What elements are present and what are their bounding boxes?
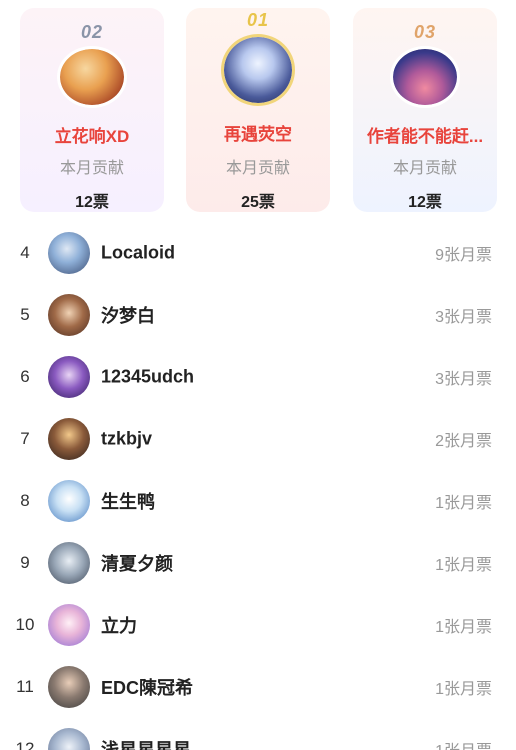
vote-count: 1张月票 — [435, 619, 492, 636]
avatar[interactable] — [390, 46, 460, 109]
podium-card-second[interactable]: 02 立花响XD 本月贡献 12票 — [20, 8, 164, 212]
podium-vote-count: 25票 — [241, 194, 275, 211]
vote-count: 3张月票 — [435, 371, 492, 388]
user-name[interactable]: 立力 — [101, 612, 137, 638]
rank-number: 11 — [16, 677, 34, 696]
user-name[interactable]: 浅星星星星 — [101, 736, 191, 750]
podium-rank-number: 03 — [413, 22, 437, 42]
user-name[interactable]: 汐梦白 — [101, 302, 155, 328]
avatar[interactable] — [57, 46, 127, 109]
podium-card-first[interactable]: 01 再遇荧空 本月贡献 25票 — [186, 8, 330, 212]
podium-rank-number: 02 — [80, 22, 104, 42]
rank-number: 4 — [20, 243, 30, 262]
user-name[interactable]: EDC陳冠希 — [101, 674, 193, 700]
ranking-list: 4 Localoid 9张月票 5 汐梦白 3张月票 6 12345udch 3… — [0, 222, 516, 750]
podium-user-name[interactable]: 立花响XD — [24, 122, 160, 144]
rank-number: 9 — [20, 553, 30, 572]
avatar[interactable] — [48, 542, 90, 584]
avatar[interactable] — [48, 480, 90, 522]
rank-number: 6 — [20, 367, 30, 386]
list-item[interactable]: 7 tzkbjv 2张月票 — [0, 408, 516, 470]
avatar[interactable] — [48, 232, 90, 274]
list-item[interactable]: 8 生生鸭 1张月票 — [0, 470, 516, 532]
podium-vote-count: 12票 — [75, 194, 109, 211]
user-name[interactable]: 12345udch — [101, 367, 194, 388]
vote-count: 1张月票 — [435, 737, 492, 750]
vote-count: 2张月票 — [435, 433, 492, 450]
list-item[interactable]: 5 汐梦白 3张月票 — [0, 284, 516, 346]
avatar[interactable] — [48, 666, 90, 708]
podium-vote-count: 12票 — [408, 194, 442, 211]
user-name[interactable]: tzkbjv — [101, 429, 152, 450]
podium-rank-number: 01 — [246, 10, 270, 30]
rank-number: 8 — [20, 491, 30, 510]
vote-count: 9张月票 — [435, 247, 492, 264]
top-three-podium: 02 立花响XD 本月贡献 12票 01 再遇荧空 本月贡献 25票 03 作者… — [0, 8, 516, 214]
podium-user-name[interactable]: 作者能不能赶... — [357, 122, 493, 144]
vote-count: 1张月票 — [435, 495, 492, 512]
rank-number: 10 — [15, 615, 35, 634]
podium-contribution-label: 本月贡献 — [225, 160, 290, 177]
avatar[interactable] — [48, 356, 90, 398]
vote-count: 3张月票 — [435, 309, 492, 326]
avatar[interactable] — [48, 604, 90, 646]
podium-user-name[interactable]: 再遇荧空 — [190, 120, 326, 144]
user-name[interactable]: 清夏夕颜 — [101, 550, 173, 576]
avatar[interactable] — [48, 728, 90, 750]
list-item[interactable]: 11 EDC陳冠希 1张月票 — [0, 656, 516, 718]
vote-count: 1张月票 — [435, 557, 492, 574]
rank-number: 5 — [20, 305, 30, 324]
avatar[interactable] — [221, 34, 295, 106]
user-name[interactable]: Localoid — [101, 243, 175, 264]
avatar[interactable] — [48, 294, 90, 336]
podium-card-third[interactable]: 03 作者能不能赶... 本月贡献 12票 — [353, 8, 497, 212]
list-item[interactable]: 4 Localoid 9张月票 — [0, 222, 516, 284]
podium-contribution-label: 本月贡献 — [59, 160, 124, 177]
list-item[interactable]: 10 立力 1张月票 — [0, 594, 516, 656]
list-item[interactable]: 9 清夏夕颜 1张月票 — [0, 532, 516, 594]
podium-contribution-label: 本月贡献 — [392, 160, 457, 177]
avatar[interactable] — [48, 418, 90, 460]
list-item[interactable]: 12 浅星星星星 1张月票 — [0, 718, 516, 750]
user-name[interactable]: 生生鸭 — [101, 488, 155, 514]
rank-number: 12 — [15, 739, 35, 750]
vote-count: 1张月票 — [435, 681, 492, 698]
list-item[interactable]: 6 12345udch 3张月票 — [0, 346, 516, 408]
rank-number: 7 — [20, 429, 30, 448]
